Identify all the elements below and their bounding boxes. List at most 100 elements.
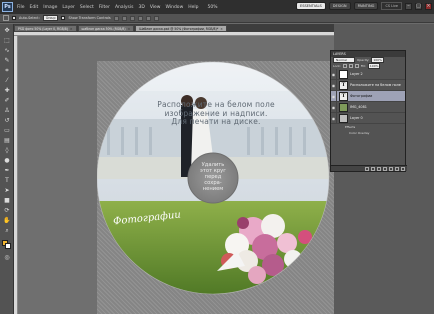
history-brush-tool-icon[interactable]: ↺: [3, 117, 11, 125]
quick-select-tool-icon[interactable]: ✎: [3, 57, 11, 65]
move-tool-preset-icon[interactable]: [3, 15, 9, 21]
vertical-ruler[interactable]: [14, 36, 18, 314]
menu-file[interactable]: File: [17, 5, 25, 10]
align-middle-icon[interactable]: [121, 15, 127, 21]
menu-edit[interactable]: Edit: [30, 5, 39, 10]
menu-view[interactable]: View: [150, 5, 161, 10]
text-layer-thumbnail: T: [339, 91, 348, 101]
menu-help[interactable]: Help: [188, 5, 198, 10]
align-center-icon[interactable]: [145, 15, 151, 21]
brush-tool-icon[interactable]: ✐: [3, 97, 11, 105]
tab-close-icon[interactable]: ×: [128, 27, 131, 31]
options-bar: Auto-Select: Group Show Transform Contro…: [0, 14, 434, 23]
menu-filter[interactable]: Filter: [99, 5, 110, 10]
pen-tool-icon[interactable]: ✒: [3, 167, 11, 175]
lock-transparent-icon[interactable]: [342, 64, 347, 68]
menu-analysis[interactable]: Analysis: [115, 5, 134, 10]
maximize-icon[interactable]: □: [415, 2, 422, 10]
layers-panel-title: LAYERS: [333, 52, 346, 56]
menu-image[interactable]: Image: [43, 5, 57, 10]
align-bottom-icon[interactable]: [129, 15, 135, 21]
photoshop-logo: Ps: [2, 2, 13, 12]
layer-row[interactable]: ◉ T Расположите на белом поле: [331, 79, 405, 91]
layer-name: Расположите на белом поле: [350, 83, 401, 87]
effects-label: Effects: [345, 125, 356, 129]
visibility-eye-icon[interactable]: ◉: [331, 79, 337, 91]
document-canvas[interactable]: Расположите на белом поле изображение и …: [97, 61, 335, 314]
mode-essentials-button[interactable]: ESSENTIALS: [295, 2, 326, 10]
mode-design-button[interactable]: DESIGN: [328, 2, 351, 10]
link-layers-icon[interactable]: [365, 166, 369, 171]
blur-tool-icon[interactable]: ◊: [3, 147, 11, 155]
menu-3d[interactable]: 3D: [138, 5, 144, 10]
mode-painting-button[interactable]: PAINTING: [353, 2, 379, 10]
align-top-icon[interactable]: [113, 15, 119, 21]
layer-row-selected[interactable]: ◉ T Фотографии: [331, 90, 405, 102]
gradient-tool-icon[interactable]: ▤: [3, 137, 11, 145]
tab-document-3[interactable]: Шаблон диска.psd @ 50% (Фотографии, RGB/…: [135, 25, 227, 32]
background-color-swatch[interactable]: [5, 243, 11, 249]
new-layer-icon[interactable]: [395, 166, 399, 171]
menu-bar: Ps File Edit Image Layer Select Filter A…: [0, 0, 434, 14]
tab-document-1[interactable]: PSD фото 50% (Layer 0, RGB/8) ×: [14, 25, 77, 32]
dodge-tool-icon[interactable]: ●: [3, 157, 11, 165]
minimize-icon[interactable]: –: [405, 2, 412, 10]
auto-select-label: Auto-Select:: [19, 16, 40, 20]
show-transform-checkbox[interactable]: [61, 16, 66, 20]
layer-thumbnail: [339, 69, 348, 79]
crop-tool-icon[interactable]: ⌗: [3, 67, 11, 75]
lock-pixels-icon[interactable]: [348, 64, 353, 68]
menu-window[interactable]: Window: [166, 5, 184, 10]
hand-tool-icon[interactable]: ✋: [3, 217, 11, 225]
visibility-eye-icon[interactable]: ◉: [331, 101, 337, 113]
auto-select-target-dropdown[interactable]: Group: [42, 15, 59, 21]
zoom-tool-icon[interactable]: ⌕: [3, 227, 11, 235]
horizontal-ruler[interactable]: [14, 32, 334, 36]
lock-label: Lock:: [333, 64, 341, 68]
healing-brush-tool-icon[interactable]: ✚: [3, 87, 11, 95]
cs-live-button[interactable]: CS Live: [381, 2, 402, 10]
color-overlay-row[interactable]: Color Overlay: [331, 130, 405, 136]
close-icon[interactable]: ×: [425, 2, 432, 10]
color-overlay-label: Color Overlay: [349, 131, 370, 135]
new-group-icon[interactable]: [389, 166, 393, 171]
layer-row[interactable]: ◉ Layer 2: [331, 68, 405, 80]
lock-all-icon[interactable]: [354, 64, 359, 68]
layer-row[interactable]: ◉ IMG_4081: [331, 101, 405, 113]
tab-document-2[interactable]: шаблон диска 50% (RGB/8) ×: [77, 25, 135, 32]
show-transform-label: Show Transform Controls: [68, 16, 111, 20]
move-tool-icon[interactable]: ✥: [3, 27, 11, 35]
visibility-eye-icon[interactable]: ◉: [331, 68, 337, 80]
menu-layer[interactable]: Layer: [62, 5, 75, 10]
visibility-eye-icon[interactable]: ◉: [331, 90, 337, 102]
new-adjustment-icon[interactable]: [383, 166, 387, 171]
type-tool-icon[interactable]: T: [3, 177, 11, 185]
layer-row[interactable]: ◉ Layer 0: [331, 112, 405, 124]
align-left-icon[interactable]: [137, 15, 143, 21]
layers-panel: LAYERS Normal Opacity: 100% Lock: Fill: …: [330, 50, 407, 172]
blend-mode-dropdown[interactable]: Normal: [333, 57, 355, 63]
tab-close-icon[interactable]: ×: [220, 27, 223, 31]
3d-rotate-tool-icon[interactable]: ⟳: [3, 207, 11, 215]
clone-stamp-tool-icon[interactable]: ♙: [3, 107, 11, 115]
tab-label: шаблон диска 50% (RGB/8): [81, 26, 126, 31]
zoom-level[interactable]: 50%: [208, 5, 218, 10]
lasso-tool-icon[interactable]: ∿: [3, 47, 11, 55]
layer-name: Фотографии: [350, 94, 373, 98]
path-selection-tool-icon[interactable]: ➤: [3, 187, 11, 195]
marquee-tool-icon[interactable]: ⬚: [3, 37, 11, 45]
eraser-tool-icon[interactable]: ▭: [3, 127, 11, 135]
visibility-eye-icon[interactable]: ◉: [331, 112, 337, 124]
quick-mask-icon[interactable]: ◎: [3, 254, 11, 262]
delete-layer-icon[interactable]: [401, 166, 405, 171]
eyedropper-tool-icon[interactable]: ⁄: [3, 77, 11, 85]
shape-tool-icon[interactable]: ■: [3, 197, 11, 205]
menu-select[interactable]: Select: [80, 5, 94, 10]
auto-select-checkbox[interactable]: [12, 16, 16, 20]
tab-label: Шаблон диска.psd @ 50% (Фотографии, RGB/…: [139, 26, 219, 31]
add-style-icon[interactable]: [371, 166, 375, 171]
align-right-icon[interactable]: [153, 15, 159, 21]
add-mask-icon[interactable]: [377, 166, 381, 171]
opacity-label: Opacity:: [357, 58, 370, 62]
tab-close-icon[interactable]: ×: [70, 27, 73, 31]
